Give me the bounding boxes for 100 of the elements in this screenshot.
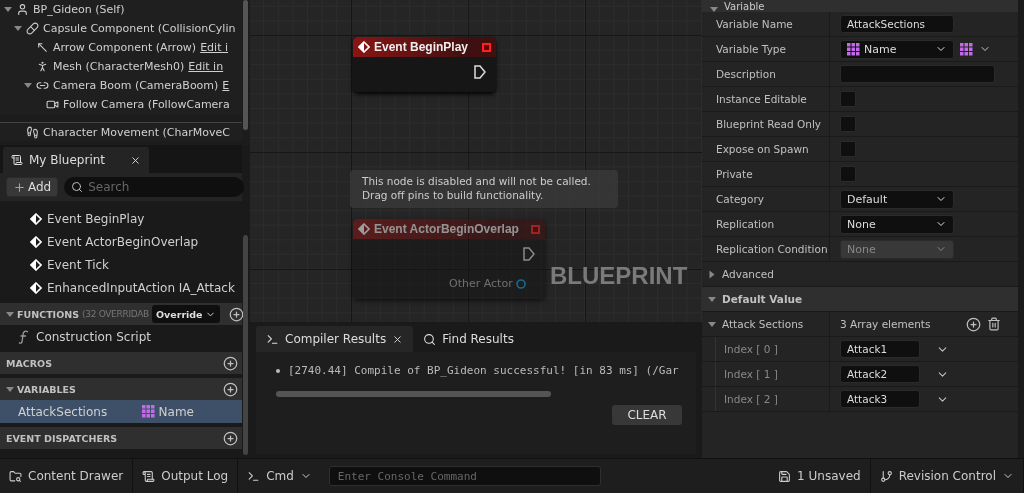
- event-item[interactable]: Event ActorBeginOverlap: [0, 230, 242, 253]
- unsaved-button[interactable]: 1 Unsaved: [769, 459, 871, 493]
- close-icon[interactable]: [130, 154, 141, 166]
- expand-arrow-icon[interactable]: [24, 83, 32, 88]
- grid-icon: [141, 405, 155, 418]
- event-diamond-icon: [358, 41, 370, 53]
- movement-icon: [26, 125, 39, 139]
- section-header[interactable]: MACROS: [0, 352, 242, 374]
- bullet-icon: [276, 368, 280, 373]
- section-title: EVENT DISPATCHERS: [6, 432, 118, 444]
- results-tab[interactable]: Find Results: [413, 326, 524, 352]
- checkbox[interactable]: [840, 141, 856, 157]
- log-icon: [142, 469, 156, 483]
- watermark-label: BLUEPRINT: [550, 262, 688, 290]
- text-field[interactable]: Attack2: [840, 365, 920, 383]
- add-circle-icon[interactable]: [228, 306, 244, 322]
- component-row[interactable]: Character Movement (CharMoveC: [0, 122, 242, 141]
- tab-label: My Blueprint: [29, 153, 106, 167]
- component-label: Camera Boom (CameraBoom): [53, 79, 219, 92]
- override-dropdown[interactable]: Override: [152, 305, 220, 323]
- component-label: Arrow Component (Arrow): [53, 41, 197, 54]
- scrollbar[interactable]: [276, 391, 551, 397]
- item-label: Construction Script: [36, 329, 152, 344]
- edit-link[interactable]: Edit in: [188, 60, 224, 73]
- expand-arrow-icon[interactable]: [6, 386, 14, 392]
- close-icon[interactable]: [392, 333, 404, 345]
- property-label: Description: [702, 62, 830, 86]
- function-item[interactable]: Construction Script: [0, 325, 242, 348]
- section-header[interactable]: EVENT DISPATCHERS: [0, 427, 242, 449]
- text-field[interactable]: AttackSections: [840, 15, 954, 33]
- scrollbar[interactable]: [243, 0, 248, 130]
- section-header[interactable]: Default Value: [702, 287, 1018, 312]
- panel-tab[interactable]: My Blueprint: [3, 147, 149, 173]
- exec-pin-icon: [474, 65, 486, 79]
- checkbox[interactable]: [840, 91, 856, 107]
- output-log-button[interactable]: Output Log: [133, 459, 239, 493]
- advanced-row[interactable]: Advanced: [702, 262, 1018, 287]
- section-header[interactable]: VARIABLES: [0, 378, 242, 400]
- dropdown[interactable]: None: [840, 214, 954, 234]
- save-icon: [778, 469, 792, 483]
- console-field[interactable]: Enter Console Command: [328, 466, 601, 486]
- exec-pin-icon: [523, 247, 535, 261]
- section-title: FUNCTIONS: [17, 308, 79, 320]
- grid-icon: [960, 42, 973, 56]
- section-header[interactable]: FUNCTIONS (32 OVERRIDAB Override: [0, 303, 242, 325]
- terminal-icon: [266, 332, 279, 346]
- capsule-icon: [26, 22, 39, 35]
- property-label: Attack Sections: [702, 312, 830, 336]
- plus-icon: [13, 180, 26, 194]
- array-count: 3 Array elements: [840, 318, 931, 330]
- pin-label: Other Actor: [449, 277, 528, 290]
- event-label: Event ActorBeginOverlap: [47, 234, 199, 249]
- section-header[interactable]: Variable: [702, 0, 1018, 12]
- text-field[interactable]: Attack3: [840, 390, 920, 408]
- checkbox[interactable]: [840, 116, 856, 132]
- delegate-pin-icon[interactable]: [482, 42, 491, 52]
- section-title: Default Value: [722, 293, 803, 305]
- add-circle-icon[interactable]: [223, 355, 238, 371]
- expand-arrow-icon[interactable]: [709, 270, 715, 278]
- property-label: Category: [702, 187, 830, 211]
- expand-arrow-icon[interactable]: [4, 7, 12, 12]
- add-circle-icon[interactable]: [223, 381, 238, 397]
- revision-control-button[interactable]: Revision Control: [870, 459, 1024, 493]
- edit-link[interactable]: Edit i: [200, 41, 229, 54]
- component-label: Capsule Component (CollisionCylin: [43, 22, 236, 35]
- event-diamond-icon: [30, 235, 42, 248]
- event-item[interactable]: EnhancedInputAction IA_Attack: [0, 276, 242, 299]
- trash-icon[interactable]: [987, 317, 1002, 331]
- event-item[interactable]: Event BeginPlay: [0, 207, 242, 230]
- type-dropdown[interactable]: Name: [840, 39, 954, 59]
- item-label: AttackSections: [18, 404, 108, 419]
- comment-line: This node is disabled and will not be called.: [362, 174, 592, 188]
- add-circle-icon[interactable]: [223, 430, 238, 446]
- search-icon: [423, 332, 437, 346]
- property-label: Instance Editable: [702, 87, 830, 111]
- edit-link[interactable]: E: [222, 79, 230, 92]
- event-label: Event Tick: [47, 257, 110, 272]
- event-node[interactable]: Event BeginPlay: [353, 37, 496, 92]
- expand-arrow-icon[interactable]: [6, 311, 14, 317]
- content-drawer-button[interactable]: Content Drawer: [0, 459, 134, 493]
- search-field[interactable]: Search: [64, 177, 245, 197]
- clear-button[interactable]: CLEAR: [612, 405, 682, 425]
- type-label: Name: [158, 404, 194, 419]
- event-item[interactable]: Event Tick: [0, 253, 242, 276]
- text-field[interactable]: [840, 65, 995, 83]
- variable-item[interactable]: AttackSections Name: [0, 400, 242, 423]
- add-button[interactable]: Add: [6, 177, 59, 197]
- arrow-icon: [36, 41, 49, 54]
- cmd-button[interactable]: Cmd: [238, 459, 321, 493]
- add-circle-icon[interactable]: [966, 316, 982, 332]
- index-label: Index [ 1 ]: [716, 362, 830, 386]
- expand-arrow-icon[interactable]: [14, 26, 22, 31]
- event-diamond-icon: [30, 258, 42, 271]
- scrollbar[interactable]: [243, 235, 248, 455]
- checkbox[interactable]: [840, 166, 856, 182]
- results-tab[interactable]: Compiler Results: [256, 326, 414, 352]
- category-combo[interactable]: Default: [840, 189, 954, 209]
- grid-icon: [847, 42, 860, 56]
- text-field[interactable]: Attack1: [840, 340, 920, 358]
- event-diamond-icon: [30, 212, 42, 225]
